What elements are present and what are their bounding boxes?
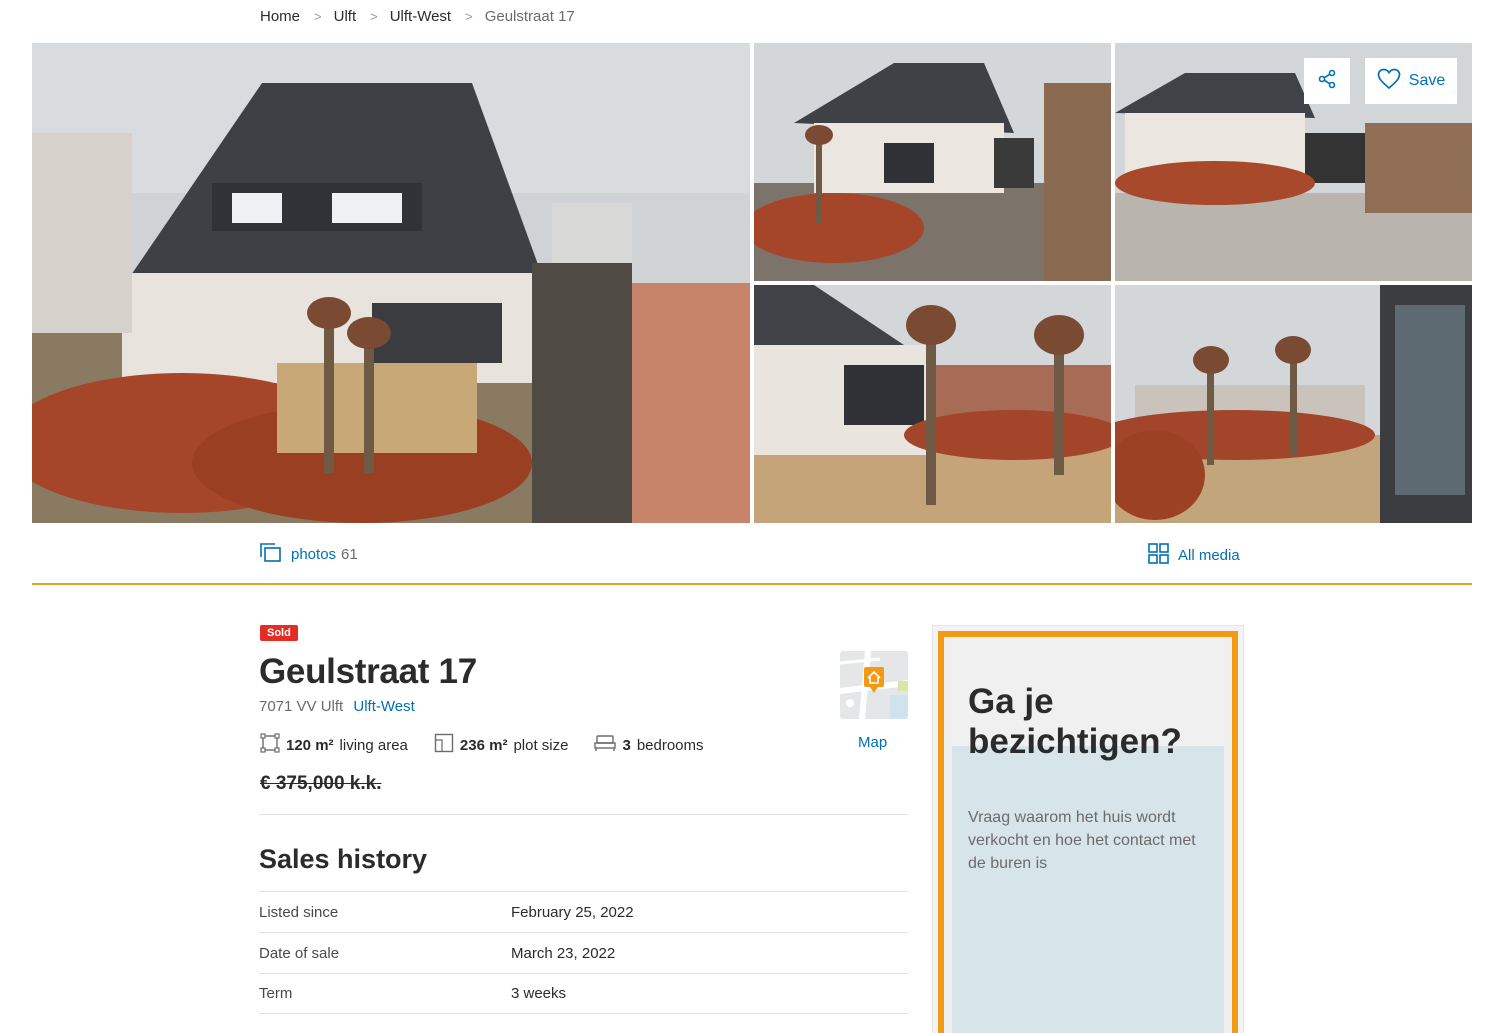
section-divider bbox=[32, 583, 1472, 585]
breadcrumb-separator: > bbox=[465, 9, 473, 24]
sales-history-title: Sales history bbox=[259, 844, 428, 874]
gallery-photo-2[interactable] bbox=[754, 43, 1111, 281]
breadcrumb-neighbourhood[interactable]: Ulft-West bbox=[390, 8, 451, 25]
living-area-label: living area bbox=[339, 736, 408, 754]
breadcrumb-home[interactable]: Home bbox=[260, 8, 300, 25]
history-key: Date of sale bbox=[259, 944, 340, 962]
photos-count: 61 bbox=[341, 546, 358, 563]
share-button[interactable] bbox=[1304, 58, 1350, 104]
divider bbox=[259, 814, 908, 815]
breadcrumb-current: Geulstraat 17 bbox=[484, 8, 575, 25]
heart-icon bbox=[1377, 68, 1401, 95]
breadcrumb: Home > Ulft > Ulft-West > Geulstraat 17 bbox=[260, 8, 575, 25]
bedrooms-label: bedrooms bbox=[636, 736, 704, 754]
history-value: February 25, 2022 bbox=[511, 903, 634, 921]
plot-size-value: 236 m² bbox=[459, 736, 508, 754]
feature-bedrooms: 3 bedrooms bbox=[594, 734, 704, 756]
history-key: Listed since bbox=[259, 903, 339, 921]
history-value: 3 weeks bbox=[511, 985, 567, 1002]
save-label: Save bbox=[1408, 72, 1446, 89]
ad-headline: Ga je bezichtigen? bbox=[968, 682, 1182, 761]
sales-history-table: Listed since February 25, 2022 Date of s… bbox=[259, 891, 908, 1014]
breadcrumb-separator: > bbox=[370, 9, 378, 24]
feature-living-area: 120 m² living area bbox=[260, 733, 408, 757]
history-value: March 23, 2022 bbox=[511, 944, 616, 962]
ad-body: Vraag waarom het huis wordt verkocht en … bbox=[968, 809, 1196, 872]
photo-gallery bbox=[32, 43, 1472, 523]
gallery-photo-4[interactable] bbox=[754, 285, 1111, 523]
photos-link[interactable]: photos 61 bbox=[260, 543, 358, 566]
plot-size-label: plot size bbox=[513, 736, 569, 754]
share-icon bbox=[1317, 69, 1337, 94]
all-media-label: All media bbox=[1178, 547, 1240, 564]
breadcrumb-separator: > bbox=[314, 9, 322, 24]
ad-background bbox=[952, 746, 1224, 1033]
page-title: Geulstraat 17 bbox=[259, 652, 477, 691]
table-row: Listed since February 25, 2022 bbox=[259, 891, 908, 932]
asking-price: € 375,000 k.k. bbox=[260, 773, 382, 794]
gallery-photo-5[interactable] bbox=[1115, 285, 1472, 523]
history-key: Term bbox=[259, 985, 293, 1002]
map-thumbnail[interactable] bbox=[840, 651, 908, 719]
address-subline: 7071 VV Ulft Ulft-West bbox=[259, 698, 415, 715]
status-badge: Sold bbox=[260, 625, 298, 641]
feature-plot-size: 236 m² plot size bbox=[434, 733, 569, 757]
living-area-icon bbox=[260, 733, 280, 757]
map-link[interactable]: Map bbox=[858, 734, 887, 751]
save-button[interactable]: Save bbox=[1365, 58, 1457, 104]
table-row: Term 3 weeks bbox=[259, 973, 908, 1014]
neighbourhood-link[interactable]: Ulft-West bbox=[353, 698, 414, 715]
bed-icon bbox=[594, 734, 617, 756]
photos-icon bbox=[260, 543, 281, 566]
bedrooms-value: 3 bbox=[622, 736, 631, 754]
key-features: 120 m² living area 236 m² plot size 3 be… bbox=[260, 733, 730, 757]
gallery-photo-main[interactable] bbox=[32, 43, 750, 523]
all-media-link[interactable]: All media bbox=[1148, 543, 1240, 568]
breadcrumb-city[interactable]: Ulft bbox=[334, 8, 357, 25]
grid-icon bbox=[1148, 543, 1169, 568]
postal-city: 7071 VV Ulft bbox=[259, 698, 344, 715]
living-area-value: 120 m² bbox=[286, 736, 334, 754]
photos-label: photos bbox=[291, 546, 337, 563]
plot-size-icon bbox=[434, 733, 454, 757]
table-row: Date of sale March 23, 2022 bbox=[259, 932, 908, 973]
